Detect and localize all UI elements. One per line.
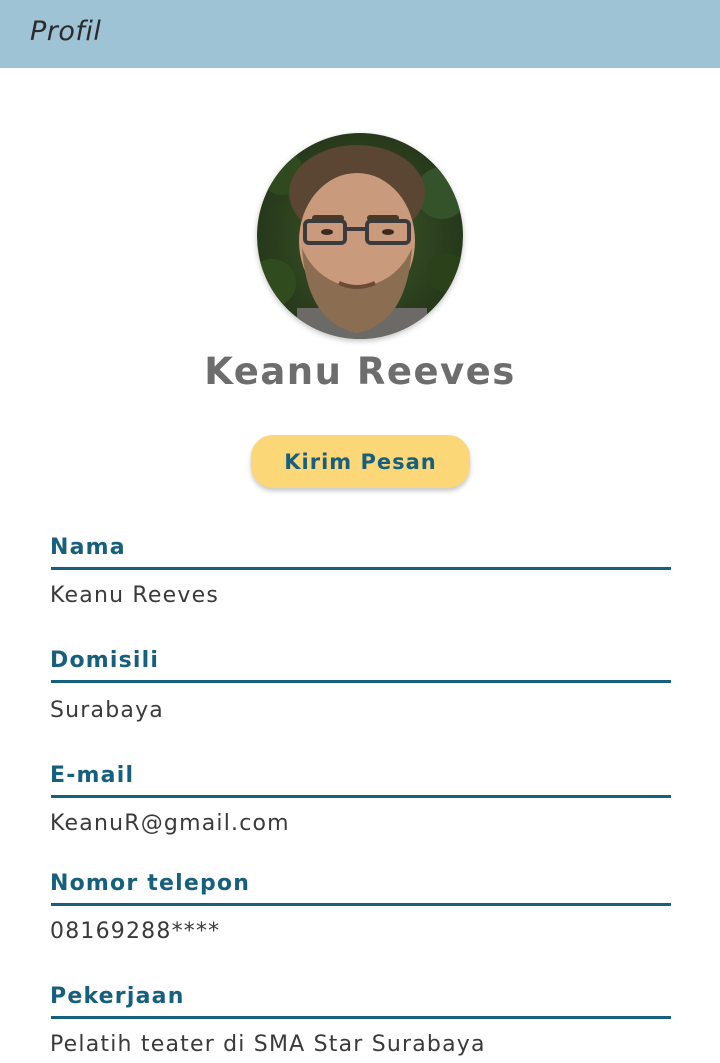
field-value-email: KeanuR@gmail.com — [50, 811, 290, 836]
field-divider — [51, 680, 671, 683]
profile-photo — [257, 133, 463, 339]
field-label-nama: Nama — [50, 535, 126, 560]
avatar — [257, 133, 463, 339]
field-divider — [51, 567, 671, 570]
field-label-domisili: Domisili — [50, 648, 160, 673]
profile-screen: Profil Keanu Reeves Kirim Pesan Nama Kea… — [0, 0, 720, 1063]
field-value-nama: Keanu Reeves — [50, 583, 220, 608]
profile-name: Keanu Reeves — [204, 350, 516, 393]
field-divider — [51, 1016, 671, 1019]
field-label-nomor-telepon: Nomor telepon — [50, 871, 251, 896]
send-message-button[interactable]: Kirim Pesan — [251, 435, 470, 488]
app-bar: Profil — [0, 0, 720, 68]
field-value-pekerjaan: Pelatih teater di SMA Star Surabaya — [50, 1032, 486, 1057]
page-title: Profil — [30, 16, 102, 47]
field-label-email: E-mail — [50, 763, 135, 788]
field-divider — [51, 795, 671, 798]
field-divider — [51, 903, 671, 906]
field-value-nomor-telepon: 08169288**** — [50, 919, 221, 944]
field-value-domisili: Surabaya — [50, 698, 164, 723]
field-label-pekerjaan: Pekerjaan — [50, 984, 185, 1009]
